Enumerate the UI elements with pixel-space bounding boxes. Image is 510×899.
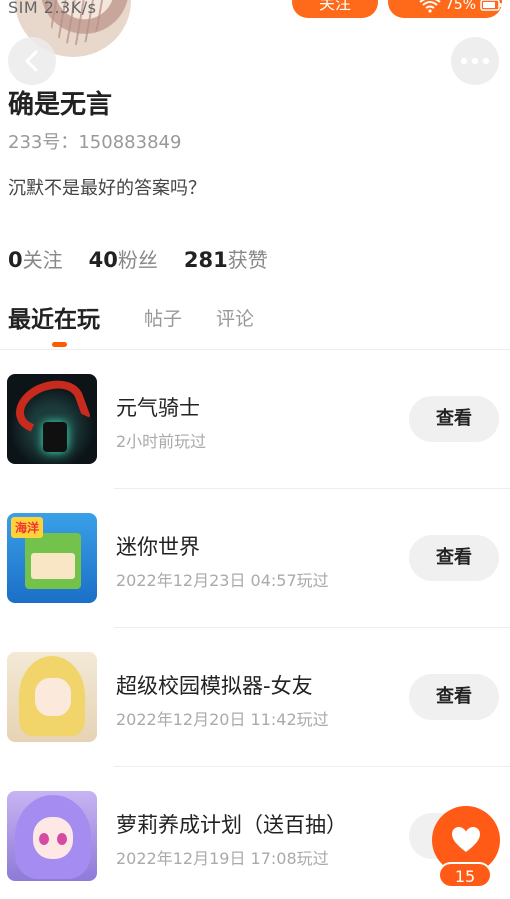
- stat-label: 获赞: [227, 248, 268, 272]
- profile-stats: 0关注 40粉丝 281获赞: [8, 244, 268, 273]
- battery-percent: 75%: [444, 0, 476, 13]
- tab-indicator: [52, 342, 67, 347]
- list-item[interactable]: 超级校园模拟器-女友 2022年12月20日 11:42玩过 查看: [0, 628, 510, 767]
- stat-label: 粉丝: [117, 248, 158, 272]
- school-sim-icon[interactable]: [7, 652, 97, 742]
- stat-following[interactable]: 0关注: [8, 244, 63, 273]
- game-played-time: 2小时前玩过: [116, 432, 207, 451]
- like-count: 15: [438, 862, 492, 888]
- game-title: 元气骑士: [116, 396, 200, 420]
- stat-followers[interactable]: 40粉丝: [89, 244, 158, 273]
- status-left-text: SIM 2.3K/s: [8, 0, 97, 17]
- stat-likes[interactable]: 281获赞: [184, 244, 268, 273]
- game-title: 迷你世界: [116, 535, 200, 559]
- stat-number: 281: [183, 248, 228, 272]
- wifi-icon: [419, 0, 441, 13]
- back-button[interactable]: [8, 37, 56, 85]
- profile-name: 确是无言: [8, 90, 113, 120]
- game-played-time: 2022年12月20日 11:42玩过: [116, 710, 329, 729]
- heart-icon: [452, 827, 480, 852]
- profile-uid: 233号：150883849: [8, 132, 182, 153]
- loli-plan-icon[interactable]: [7, 791, 97, 881]
- list-item[interactable]: 元气骑士 2小时前玩过 查看: [0, 350, 510, 489]
- mini-world-icon[interactable]: 海洋: [7, 513, 97, 603]
- list-item[interactable]: 海洋 迷你世界 2022年12月23日 04:57玩过 查看: [0, 489, 510, 628]
- more-dots-icon: [460, 57, 490, 65]
- game-title: 萝莉养成计划（送百抽）: [116, 813, 347, 837]
- view-button[interactable]: 查看: [409, 396, 499, 442]
- more-button[interactable]: [451, 37, 499, 85]
- game-played-time: 2022年12月19日 17:08玩过: [116, 849, 329, 868]
- profile-bio: 沉默不是最好的答案吗？: [8, 178, 206, 199]
- stat-number: 40: [88, 248, 118, 272]
- view-button[interactable]: 查看: [409, 535, 499, 581]
- tab-comments[interactable]: 评论: [216, 304, 254, 331]
- stat-label: 关注: [22, 248, 63, 272]
- view-button[interactable]: 查看: [409, 674, 499, 720]
- profile-tabs: 最近在玩 帖子 评论: [0, 298, 510, 350]
- tab-posts[interactable]: 帖子: [144, 304, 182, 331]
- status-right: 75%: [419, 0, 502, 16]
- game-title: 超级校园模拟器-女友: [116, 674, 313, 698]
- icon-tag: 海洋: [11, 517, 44, 538]
- recent-games-list: 元气骑士 2小时前玩过 查看 海洋 迷你世界 2022年12月23日 04:57…: [0, 350, 510, 899]
- stat-number: 0: [8, 248, 23, 272]
- tab-recently-played[interactable]: 最近在玩: [8, 300, 100, 334]
- battery-icon: [480, 0, 502, 11]
- status-bar: SIM 2.3K/s 75%: [0, 0, 510, 22]
- soul-knight-icon[interactable]: [7, 374, 97, 464]
- game-played-time: 2022年12月23日 04:57玩过: [116, 571, 329, 590]
- chevron-left-icon: [25, 50, 38, 72]
